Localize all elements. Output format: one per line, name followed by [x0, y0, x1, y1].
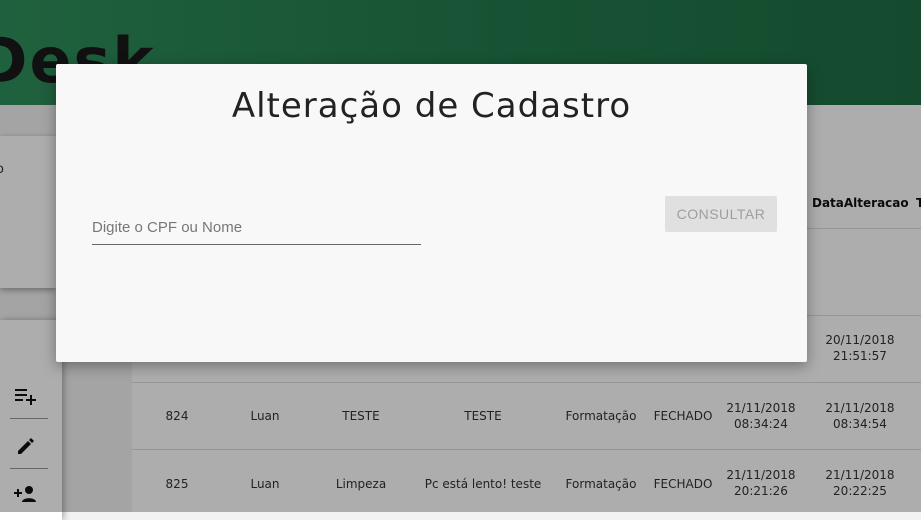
cpf-or-name-search-input[interactable] [92, 210, 421, 245]
edit-registration-dialog: Alteração de Cadastro CONSULTAR [56, 64, 807, 362]
dialog-title: Alteração de Cadastro [231, 86, 632, 126]
consult-button[interactable]: CONSULTAR [665, 196, 777, 232]
